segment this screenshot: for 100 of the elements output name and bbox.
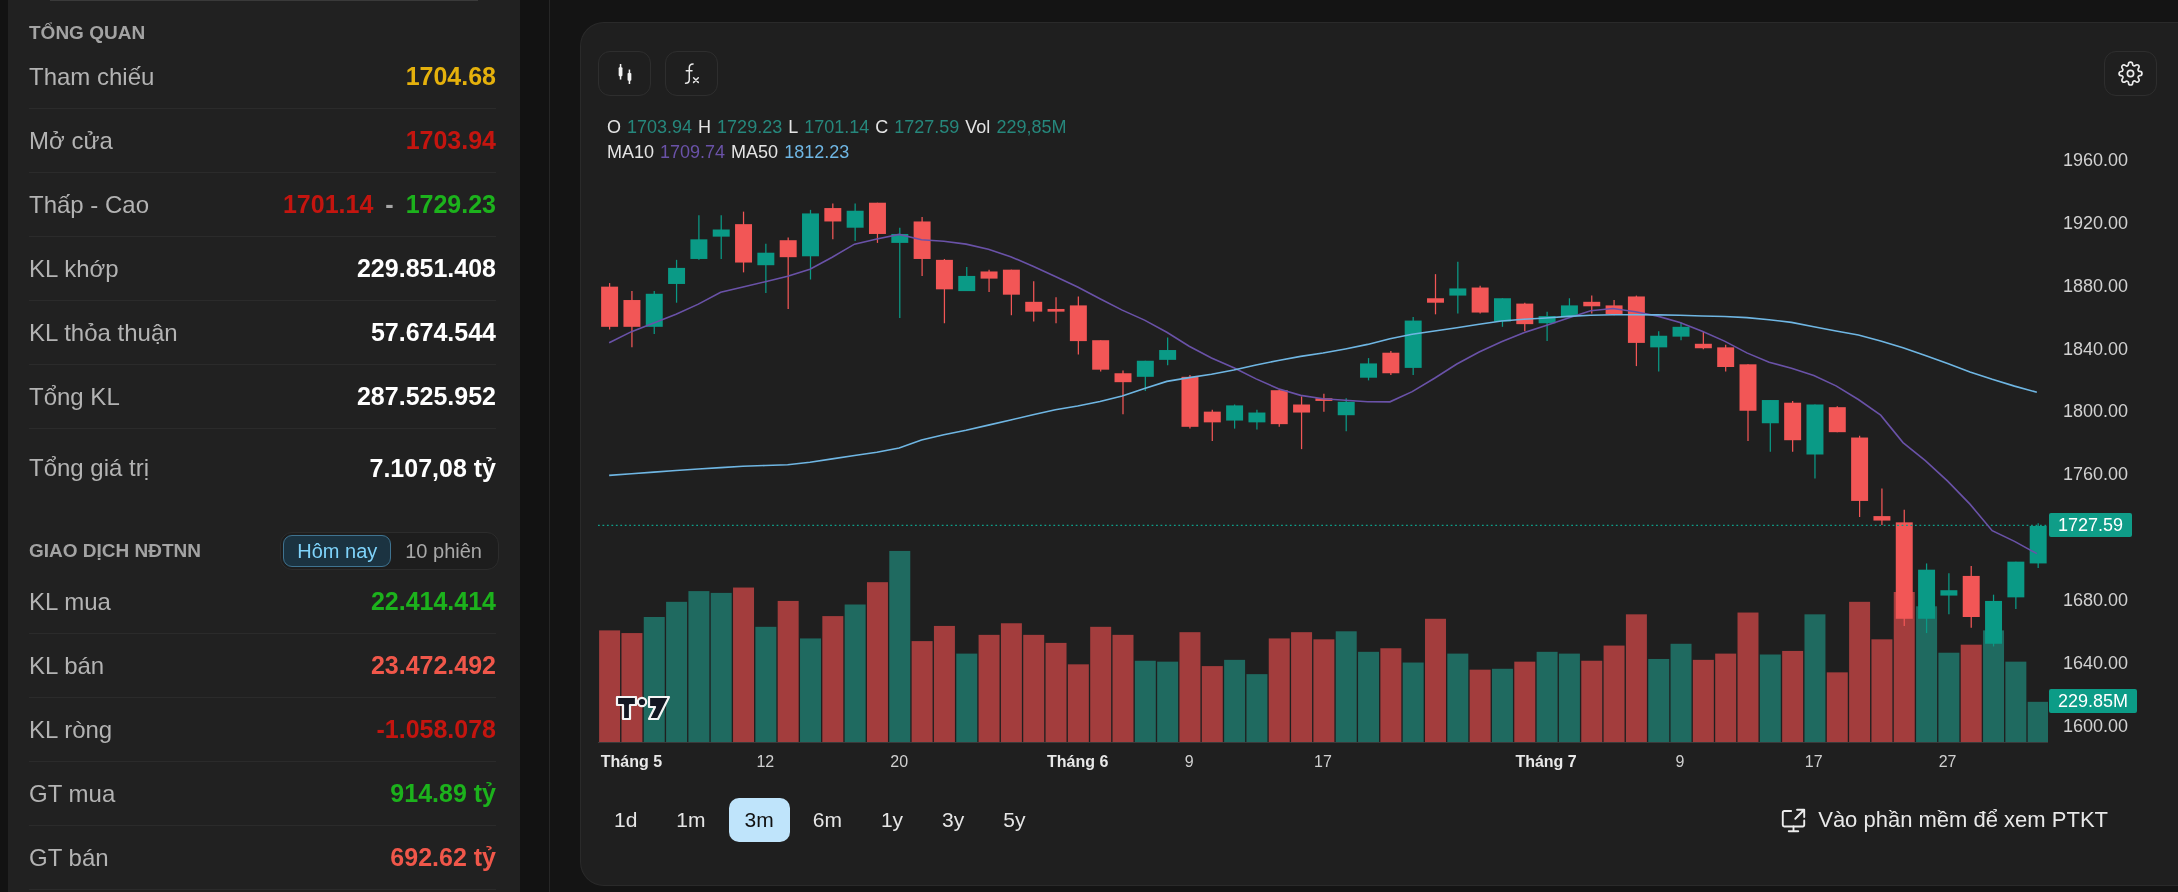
- price-axis-label: 1600.00: [2063, 715, 2129, 738]
- candlestick: [1092, 339, 1110, 373]
- stat-label: GT mua: [29, 779, 116, 808]
- timeframe-button[interactable]: 6m: [796, 798, 858, 842]
- candlestick: [1650, 330, 1668, 373]
- candlestick: [1918, 562, 1936, 634]
- legend-value: 1709.74: [660, 141, 726, 164]
- stat-value: 1701.14: [282, 190, 374, 219]
- candlestick: [1203, 409, 1221, 442]
- legend-value: 1703.94: [627, 116, 693, 139]
- candlestick: [1114, 369, 1132, 415]
- candlestick: [1248, 409, 1266, 431]
- candlestick: [1226, 403, 1244, 430]
- candlestick: [1605, 299, 1623, 316]
- candlestick: [1494, 297, 1511, 328]
- period-tab[interactable]: 10 phiên: [391, 535, 496, 567]
- candlestick: [1427, 273, 1444, 315]
- chart-type-button[interactable]: [598, 51, 651, 96]
- timeframe-button[interactable]: 1d: [598, 798, 654, 842]
- stat-value: 1704.68: [405, 62, 496, 91]
- timeframe-button[interactable]: 1y: [864, 798, 920, 842]
- candlestick: [1985, 594, 2002, 648]
- legend-label: L: [788, 116, 799, 139]
- price-axis-label: 1880.00: [2063, 274, 2129, 297]
- chart-logo-icon: [615, 694, 671, 722]
- stat-label: KL bán: [29, 651, 105, 680]
- candlestick: [958, 266, 976, 292]
- candlestick: [757, 243, 775, 294]
- legend-label: C: [875, 116, 889, 139]
- candlestick: [1940, 572, 1958, 615]
- candlestick: [1694, 330, 1712, 350]
- stat-value: 22.414.414: [370, 587, 496, 616]
- candlestick: [1025, 280, 1043, 323]
- time-axis-label: 20: [890, 752, 909, 772]
- indicators-button[interactable]: [665, 51, 718, 96]
- settings-icon: [2118, 61, 2143, 86]
- stat-label: Mở cửa: [29, 126, 113, 155]
- candlestick: [623, 290, 641, 348]
- timeframe-button[interactable]: 3y: [926, 798, 981, 842]
- candlestick: [668, 259, 686, 304]
- time-axis-label: 12: [756, 752, 775, 772]
- candlestick: [1337, 397, 1355, 432]
- legend-label: H: [698, 116, 712, 139]
- price-axis-label: 1840.00: [2063, 337, 2129, 360]
- candlestick: [935, 258, 953, 324]
- stat-label: Thấp - Cao: [29, 190, 150, 219]
- candlestick: [1672, 321, 1690, 341]
- candlestick: [1069, 295, 1087, 356]
- time-axis-label: 27: [1938, 752, 1957, 772]
- function-icon: [683, 62, 700, 85]
- time-axis-label: Tháng 7: [1515, 752, 1577, 772]
- candlestick: [1471, 285, 1489, 315]
- legend-label: Vol: [965, 116, 991, 139]
- candlestick: [1516, 302, 1534, 332]
- candlestick: [1560, 297, 1578, 317]
- period-tab[interactable]: Hôm nay: [283, 535, 392, 567]
- legend-value: 1701.14: [804, 116, 870, 139]
- candlestick: [1293, 395, 1311, 450]
- timeframe-button[interactable]: 1m: [660, 798, 722, 842]
- stat-value: 287.525.952: [356, 382, 496, 411]
- candlestick: [735, 211, 752, 273]
- stat-value: 7.107,08 tỷ: [369, 453, 496, 483]
- candlestick: [1962, 565, 1980, 629]
- timeframe-button[interactable]: 3m: [728, 798, 790, 842]
- volume-tag: 229.85M: [2049, 689, 2138, 713]
- stat-label: KL khớp: [29, 254, 119, 283]
- settings-button[interactable]: [2104, 51, 2157, 96]
- legend-value: 229,85M: [996, 116, 1067, 139]
- candlestick: [846, 203, 864, 242]
- open-app-link[interactable]: Vào phần mềm để xem PTKT: [1781, 807, 2108, 833]
- legend-label: MA10: [607, 141, 655, 164]
- legend-label: MA50: [731, 141, 779, 164]
- time-axis-label: Tháng 5: [600, 752, 663, 772]
- candlestick: [1382, 350, 1400, 376]
- legend-value: 1727.59: [894, 116, 960, 139]
- stat-value: 1703.94: [405, 126, 496, 155]
- stat-label: KL ròng: [29, 715, 113, 744]
- candlestick: [2007, 561, 2025, 610]
- candlestick: [1784, 400, 1802, 453]
- candlestick: [1181, 374, 1199, 430]
- price-axis-label: 1800.00: [2063, 400, 2129, 423]
- stat-value: 914.89 tỷ: [390, 779, 496, 808]
- candlestick: [1583, 294, 1601, 315]
- legend-value: 1729.23: [717, 116, 783, 139]
- last-price-tag: 1727.59: [2049, 513, 2133, 538]
- time-axis-label: 17: [1804, 752, 1823, 772]
- stat-value: -: [385, 190, 394, 219]
- stat-label: GT bán: [29, 843, 109, 872]
- time-axis-label: 9: [1675, 752, 1685, 772]
- stat-value: 692.62 tỷ: [390, 843, 496, 872]
- candlestick: [869, 202, 886, 244]
- candlestick: [645, 290, 663, 335]
- stat-label: Tổng giá trị: [29, 454, 150, 482]
- candlestick: [1538, 311, 1556, 342]
- timeframe-button[interactable]: 5y: [987, 798, 1042, 842]
- candlestick: [1404, 316, 1422, 376]
- candlestick-icon: [616, 63, 633, 84]
- candlestick: [913, 216, 931, 277]
- stat-value: 229.851.408: [356, 254, 496, 283]
- candlestick: [1761, 399, 1779, 453]
